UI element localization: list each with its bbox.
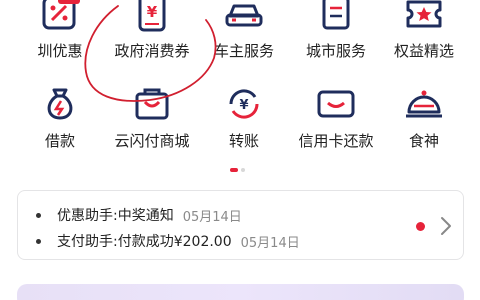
unread-dot [416,222,425,231]
service-loan[interactable]: 借款 [12,84,108,151]
page-dot [241,168,245,172]
notice-date: 05月14日 [240,235,300,251]
service-transfer[interactable]: ¥ 转账 [196,84,292,151]
service-label: 城市服务 [305,42,366,60]
service-benefits[interactable]: 权益精选 [376,0,472,61]
food-cloche-icon [402,84,446,124]
page-dot-active [230,168,238,172]
service-credit-card[interactable]: 信用卡还款 [288,84,384,151]
notice-row[interactable]: 优惠助手:中奖通知 05月14日 [36,205,242,225]
shopping-bag-icon [130,84,174,124]
service-city[interactable]: 城市服务 [288,0,384,61]
promo-banner[interactable] [17,284,464,300]
yen-transfer-icon: ¥ [222,84,266,124]
notice-text: 支付助手:付款成功¥202.00 [57,234,232,250]
service-label: 信用卡还款 [298,132,374,150]
bullet-icon [36,238,41,244]
service-label: 云闪付商城 [114,132,190,150]
notification-card[interactable]: 优惠助手:中奖通知 05月14日 支付助手:付款成功¥202.00 05月14日 [17,190,464,260]
chevron-right-icon[interactable] [440,216,452,240]
service-label: 圳优惠 [37,42,83,60]
service-label: 转账 [228,132,259,150]
car-icon [222,0,266,34]
page-indicator [230,168,252,173]
svg-text:¥: ¥ [239,98,248,113]
money-bag-icon [38,84,82,124]
service-coupon[interactable]: 圳优惠 [12,0,108,61]
service-label: 权益精选 [393,42,454,60]
yen-voucher-icon: ¥ [130,0,174,34]
service-label: 食神 [408,132,439,150]
service-food[interactable]: 食神 [376,84,472,151]
service-label: 政府消费券 [114,42,190,60]
notice-text: 优惠助手:中奖通知 [57,208,174,224]
service-grid: 圳优惠 ¥ 政府消费券 车主服务 城市服务 权益精选 借款 云闪付商城 ¥ 转账… [0,0,480,160]
city-building-icon [314,0,358,34]
service-car-owner[interactable]: 车主服务 [196,0,292,61]
coupon-icon [38,0,82,34]
credit-card-icon [314,84,358,124]
svg-text:¥: ¥ [147,3,158,21]
star-ticket-icon [402,0,446,34]
notice-row[interactable]: 支付助手:付款成功¥202.00 05月14日 [36,231,300,251]
bullet-icon [36,212,41,218]
service-label: 借款 [44,132,75,150]
service-gov-voucher[interactable]: ¥ 政府消费券 [104,0,200,61]
service-mall[interactable]: 云闪付商城 [104,84,200,151]
notice-date: 05月14日 [182,209,242,225]
service-label: 车主服务 [213,42,274,60]
